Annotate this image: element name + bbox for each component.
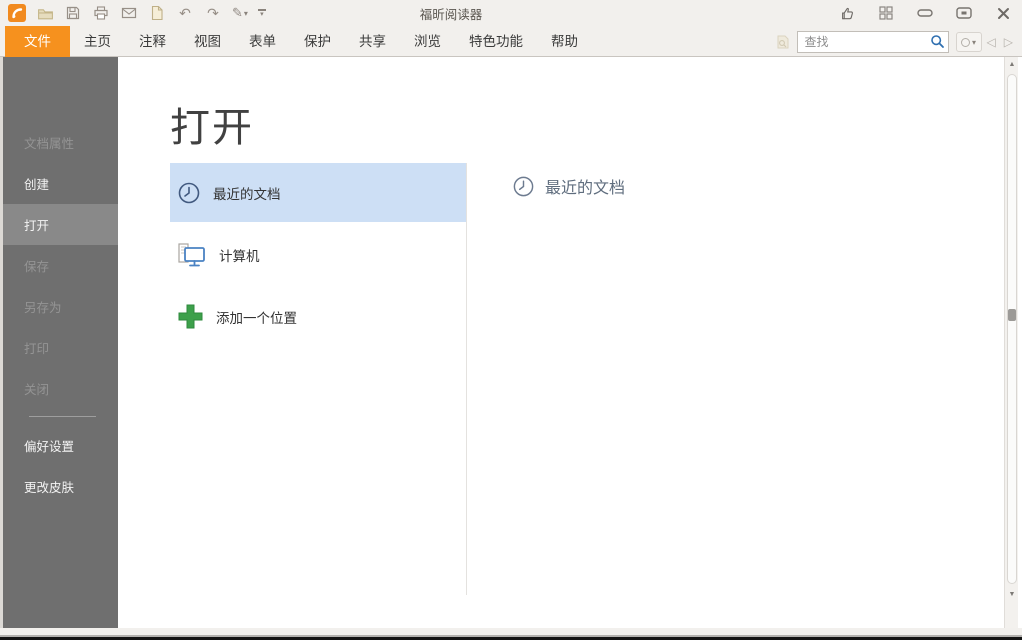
find-next-button[interactable]: ▷: [1001, 32, 1016, 52]
search-options-button[interactable]: ▾: [956, 32, 982, 52]
foxit-reader-window: ↶ ↷ ✎ ▾ ▾ 福昕阅读器: [0, 0, 1022, 640]
sidebar-item-print: 打印: [3, 327, 118, 368]
filter-circle-icon: [961, 38, 970, 47]
sidebar-divider: [29, 416, 96, 417]
close-button[interactable]: [994, 4, 1012, 22]
place-list: 最近的文档 计算机 添加一个位置: [170, 163, 466, 349]
search-icon[interactable]: [930, 34, 945, 49]
backstage-sidebar: 文档属性 创建 打开 保存 另存为 打印 关闭 偏好设置 更改皮肤: [0, 57, 118, 628]
maximize-button[interactable]: [955, 4, 973, 22]
sidebar-item-document-properties: 文档属性: [3, 122, 118, 163]
tab-file[interactable]: 文件: [5, 26, 70, 57]
place-computer[interactable]: 计算机: [170, 225, 466, 284]
close-icon: [997, 7, 1010, 20]
find-buttons: ▾ ◁ ▷: [956, 32, 1016, 52]
grid-icon: [879, 6, 893, 20]
maximize-icon: [956, 7, 972, 19]
computer-icon: [177, 241, 207, 269]
ribbon-tabs: 文件 主页 注释 视图 表单 保护 共享 浏览 特色功能 帮助: [5, 26, 592, 57]
open-page-panel: 打开 最近的文档 计算机: [118, 57, 1022, 628]
page-title: 打开: [170, 95, 254, 153]
tab-browse[interactable]: 浏览: [400, 26, 455, 57]
tab-protect[interactable]: 保护: [290, 26, 345, 57]
recent-documents-title: 最近的文档: [545, 174, 625, 198]
search-area: ▾ ◁ ▷: [775, 30, 1016, 54]
tab-features[interactable]: 特色功能: [455, 26, 537, 57]
sidebar-item-close: 关闭: [3, 368, 118, 409]
sidebar-item-change-skin[interactable]: 更改皮肤: [3, 466, 118, 507]
thumb-up-icon: [840, 6, 855, 21]
search-input[interactable]: [797, 31, 949, 53]
panel-divider: [466, 163, 467, 595]
sidebar-item-create[interactable]: 创建: [3, 163, 118, 204]
place-recent-documents[interactable]: 最近的文档: [170, 163, 466, 222]
place-label: 最近的文档: [213, 183, 281, 203]
search-box: [797, 31, 949, 53]
thumb-up-button[interactable]: [838, 4, 856, 22]
scrollbar-grip[interactable]: [1008, 309, 1016, 321]
window-title: 福昕阅读器: [0, 0, 902, 26]
clock-icon: [177, 181, 201, 205]
scrollbar-thumb[interactable]: [1007, 74, 1017, 584]
sidebar-item-open[interactable]: 打开: [3, 204, 118, 245]
tab-form[interactable]: 表单: [235, 26, 290, 57]
plus-icon: [177, 303, 204, 330]
tab-comment[interactable]: 注释: [125, 26, 180, 57]
window-controls: [838, 0, 1012, 26]
ribbon-tab-bar: 文件 主页 注释 视图 表单 保护 共享 浏览 特色功能 帮助: [0, 26, 1022, 57]
sidebar-item-preferences[interactable]: 偏好设置: [3, 425, 118, 466]
tab-home[interactable]: 主页: [70, 26, 125, 57]
tab-help[interactable]: 帮助: [537, 26, 592, 57]
title-bar: ↶ ↷ ✎ ▾ ▾ 福昕阅读器: [0, 0, 1022, 26]
tab-view[interactable]: 视图: [180, 26, 235, 57]
minimize-button[interactable]: [916, 4, 934, 22]
recent-documents-header: 最近的文档: [512, 174, 625, 198]
scroll-down-icon[interactable]: ▼: [1005, 591, 1019, 598]
place-label: 计算机: [219, 245, 260, 265]
tab-share[interactable]: 共享: [345, 26, 400, 57]
place-add-location[interactable]: 添加一个位置: [170, 287, 466, 346]
sidebar-item-save-as: 另存为: [3, 286, 118, 327]
clock-icon: [512, 175, 535, 198]
find-previous-button[interactable]: ◁: [984, 32, 999, 52]
sidebar-item-save: 保存: [3, 245, 118, 286]
layout-grid-button[interactable]: [877, 4, 895, 22]
footer-strip: [0, 628, 1022, 635]
chevron-down-icon: ▾: [972, 38, 976, 47]
search-document-icon: [775, 34, 791, 50]
vertical-scrollbar[interactable]: ▲ ▼: [1004, 57, 1018, 628]
scroll-up-icon[interactable]: ▲: [1005, 61, 1019, 68]
place-label: 添加一个位置: [216, 307, 297, 327]
minimize-icon: [917, 8, 933, 18]
